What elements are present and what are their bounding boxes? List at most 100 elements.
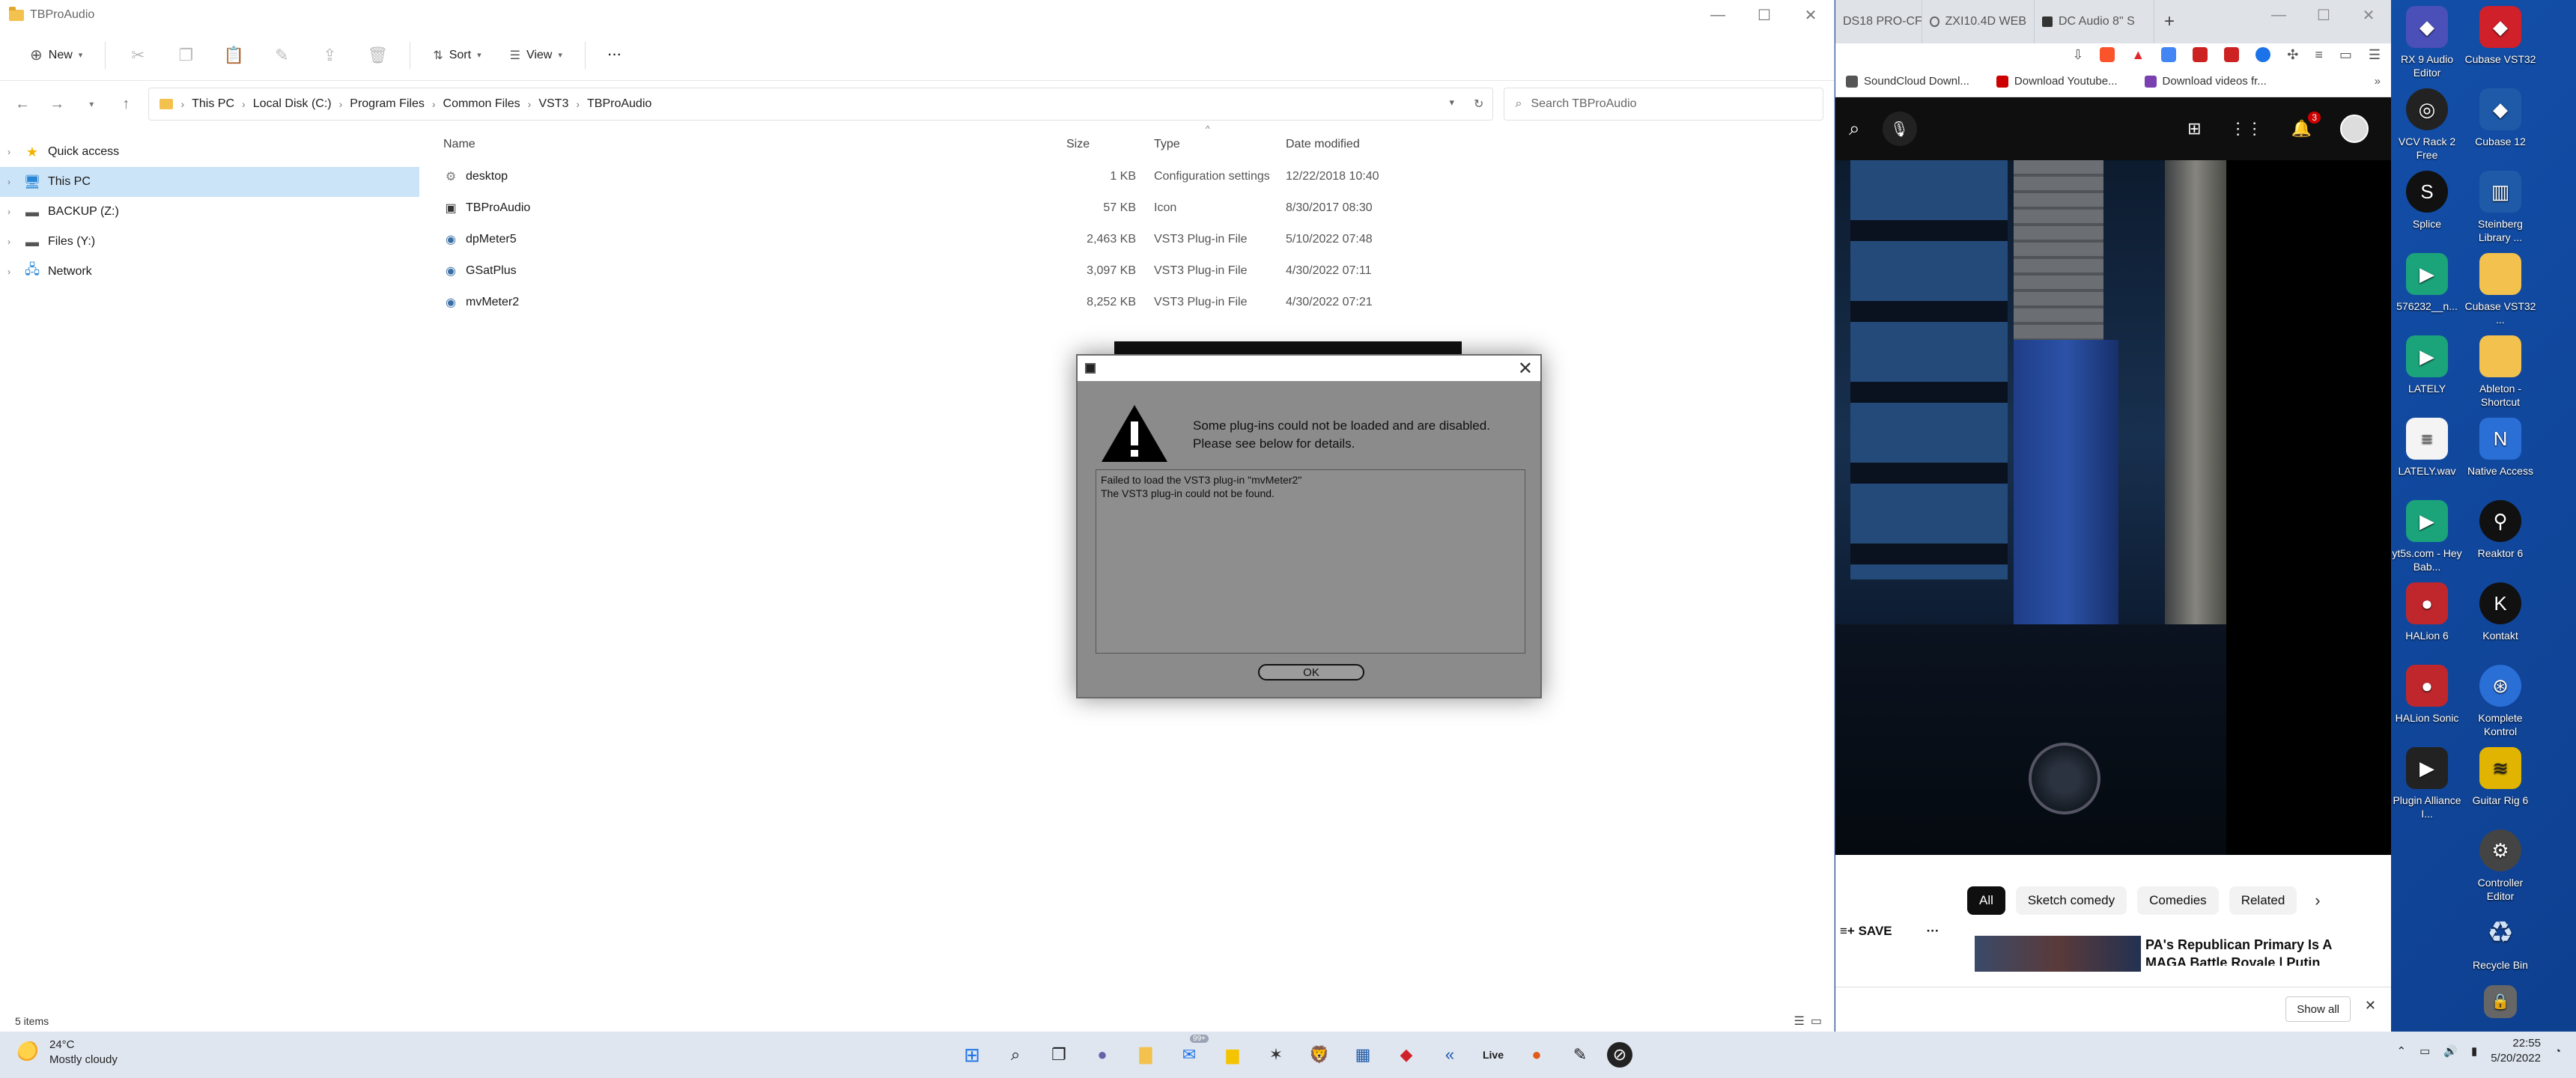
breadcrumb-tbproaudio[interactable]: TBProAudio: [587, 97, 651, 111]
rename-icon[interactable]: ✎: [261, 39, 302, 72]
breadcrumb-program-files[interactable]: Program Files: [350, 97, 425, 111]
ok-button[interactable]: OK: [1258, 664, 1364, 680]
file-row[interactable]: ◉ mvMeter2 8,252 KB VST3 Plug-in File 4/3…: [434, 287, 1834, 318]
address-bar[interactable]: › This PC › Local Disk (C:) › Program Fi…: [148, 88, 1494, 121]
desktop-icon[interactable]: ▥ Steinberg Library ...: [2463, 171, 2538, 244]
cubase-red-icon[interactable]: ◆: [1390, 1039, 1423, 1071]
breadcrumb-this-pc[interactable]: This PC: [192, 97, 234, 111]
nav-item-this-pc[interactable]: › 🖥 This PC: [0, 167, 419, 197]
desktop-icon[interactable]: ◆ RX 9 Audio Editor: [2390, 6, 2464, 79]
dialog-titlebar[interactable]: ✕: [1078, 356, 1540, 381]
extension-icon[interactable]: [2193, 47, 2208, 62]
minimize-button[interactable]: —: [2256, 0, 2301, 30]
close-icon[interactable]: ✕: [2365, 998, 2376, 1014]
tiles-view-icon[interactable]: ▭: [1811, 1014, 1822, 1029]
save-button[interactable]: ≡+ SAVE: [1840, 924, 1892, 939]
column-header-size[interactable]: Size: [1057, 138, 1145, 151]
details-view-icon[interactable]: ☰: [1794, 1014, 1805, 1029]
forward-arrow-icon[interactable]: →: [45, 91, 69, 117]
refresh-icon[interactable]: ↻: [1474, 97, 1483, 112]
task-view-icon[interactable]: ❐: [1042, 1039, 1075, 1071]
maximize-button[interactable]: ☐: [2301, 0, 2346, 30]
sort-button[interactable]: ⇅ Sort ▾: [422, 39, 491, 72]
desktop-icon[interactable]: ♻ Recycle Bin: [2463, 912, 2538, 972]
desktop-icon[interactable]: ▶ LATELY: [2390, 335, 2464, 395]
desktop-icon[interactable]: ▶ 576232__n...: [2390, 253, 2464, 313]
desktop-icon[interactable]: ▶ yt5s.com - Hey Bab...: [2390, 500, 2464, 573]
mail-icon[interactable]: ✉ 99+: [1173, 1035, 1209, 1071]
microphone-icon[interactable]: 🎙: [1882, 112, 1917, 146]
pen-tool-icon[interactable]: ✎: [1564, 1039, 1597, 1071]
recommended-video-thumbnail[interactable]: [1975, 936, 2141, 972]
active-app-icon[interactable]: ⊘: [1607, 1042, 1632, 1068]
recent-chevron-icon[interactable]: ▾: [79, 91, 103, 117]
address-dropdown-icon[interactable]: ▾: [1450, 97, 1455, 112]
file-row[interactable]: ▣ TBProAudio 57 KB Icon 8/30/2017 08:30: [434, 192, 1834, 224]
file-row[interactable]: ◉ dpMeter5 2,463 KB VST3 Plug-in File 5/1…: [434, 224, 1834, 255]
copy-icon[interactable]: ❐: [165, 39, 206, 72]
chip-related[interactable]: Related: [2229, 886, 2297, 915]
dialog-close-icon[interactable]: ✕: [1518, 358, 1533, 380]
playlist-icon[interactable]: ≡: [2315, 47, 2323, 63]
close-button[interactable]: ✕: [1787, 0, 1834, 30]
breadcrumb-common-files[interactable]: Common Files: [443, 97, 520, 111]
desktop-icon[interactable]: ● HALion 6: [2390, 582, 2464, 642]
desktop-icon[interactable]: ◆ Cubase 12: [2463, 88, 2538, 148]
up-arrow-icon[interactable]: ↑: [114, 91, 138, 117]
puzzle-icon[interactable]: ✣: [2287, 47, 2298, 63]
new-button[interactable]: ⊕ New ▾: [19, 39, 93, 72]
apps-grid-icon[interactable]: ⋮⋮: [2230, 119, 2263, 138]
desktop-icon[interactable]: N Native Access: [2463, 418, 2538, 478]
wallet-icon[interactable]: ▭: [2339, 47, 2352, 63]
desktop-icon[interactable]: ▶ Plugin Alliance I...: [2390, 747, 2464, 820]
view-button[interactable]: ☰ View ▾: [499, 39, 573, 72]
chip-all[interactable]: All: [1967, 886, 2005, 915]
expand-chevron-icon[interactable]: ›: [7, 177, 16, 187]
minimize-button[interactable]: —: [1695, 0, 1741, 30]
file-row[interactable]: ⚙ desktop 1 KB Configuration settings 12/…: [434, 161, 1834, 192]
desktop-icon[interactable]: Cubase VST32 ...: [2463, 253, 2538, 326]
cubase-taskbar-icon[interactable]: ✶: [1260, 1039, 1292, 1071]
desktop-icon[interactable]: ⊛ Komplete Kontrol: [2463, 665, 2538, 738]
nav-item-quick-access[interactable]: › ★ Quick access: [0, 137, 419, 167]
desktop-icon[interactable]: ⚲ Reaktor 6: [2463, 500, 2538, 560]
extension-icon[interactable]: [2255, 47, 2271, 62]
back-arrow-icon[interactable]: ←: [10, 91, 34, 117]
desktop-icon[interactable]: Ableton - Shortcut: [2463, 335, 2538, 409]
brave-browser-icon[interactable]: 🦁: [1303, 1039, 1336, 1071]
search-box[interactable]: ⌕ Search TBProAudio: [1504, 88, 1824, 121]
start-menu-icon[interactable]: ⊞: [956, 1039, 988, 1071]
bookmark-item[interactable]: Download Youtube...: [1996, 75, 2118, 88]
desktop-icon[interactable]: ● HALion Sonic: [2390, 665, 2464, 725]
file-explorer-icon[interactable]: ▇: [1129, 1039, 1162, 1071]
chip-sketch-comedy[interactable]: Sketch comedy: [2015, 886, 2127, 915]
more-actions-icon[interactable]: ···: [1927, 924, 1939, 939]
ableton-live-icon[interactable]: Live: [1477, 1039, 1510, 1071]
weather-widget[interactable]: 24°C Mostly cloudy: [18, 1038, 118, 1068]
desktop-icon[interactable]: ◆ Cubase VST32: [2463, 6, 2538, 66]
more-bookmarks-icon[interactable]: »: [2375, 75, 2381, 88]
chevron-up-icon[interactable]: ⌃: [2396, 1044, 2406, 1058]
share-icon[interactable]: ⇪: [309, 39, 350, 72]
teams-chat-icon[interactable]: ●: [1086, 1039, 1119, 1071]
expand-chevron-icon[interactable]: ›: [7, 237, 16, 247]
column-header-name[interactable]: Name: [434, 138, 1057, 151]
search-icon[interactable]: ⌕: [999, 1039, 1032, 1071]
nav-item-files-drive[interactable]: › ▬ Files (Y:): [0, 227, 419, 257]
brave-rewards-icon[interactable]: ▲: [2131, 47, 2145, 63]
notifications-bell-icon[interactable]: 🔔 3: [2291, 112, 2321, 138]
close-button[interactable]: ✕: [2346, 0, 2391, 30]
install-icon[interactable]: ⇩: [2072, 47, 2083, 63]
bookmark-item[interactable]: Download videos fr...: [2144, 75, 2267, 88]
recommended-video-title[interactable]: PA's Republican Primary Is A MAGA Battle…: [2145, 936, 2370, 966]
desktop-icon[interactable]: K Kontakt: [2463, 582, 2538, 642]
cut-icon[interactable]: ✂: [118, 39, 158, 72]
video-player[interactable]: [1835, 160, 2391, 855]
file-row[interactable]: ◉ GSatPlus 3,097 KB VST3 Plug-in File 4/3…: [434, 255, 1834, 287]
paste-icon[interactable]: 📋: [213, 39, 254, 72]
expand-chevron-icon[interactable]: ›: [7, 147, 16, 157]
sticky-notes-icon[interactable]: ▆: [1216, 1039, 1249, 1071]
create-video-icon[interactable]: ⊞: [2187, 119, 2201, 138]
maximize-button[interactable]: ☐: [1741, 0, 1787, 30]
desktop-icon[interactable]: ⚙ Controller Editor: [2463, 829, 2538, 903]
